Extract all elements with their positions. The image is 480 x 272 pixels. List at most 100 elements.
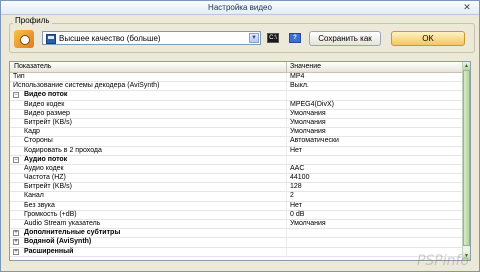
settings-grid: Показатель Значение Тип MP4 Использование … [9,61,471,261]
expand-icon[interactable]: + [13,239,19,246]
row-value[interactable]: 44100 [290,174,309,182]
profile-group-label: Профиль [13,16,52,25]
row-value[interactable]: 128 [290,183,302,191]
table-row[interactable]: Кодировать в 2 прохода Нет [10,146,462,156]
column-divider [286,192,287,202]
column-divider [286,210,287,220]
column-divider [286,118,287,128]
column-divider [286,201,287,211]
column-divider [286,137,287,147]
group-row[interactable]: − Видео поток [10,91,462,101]
column-divider [286,82,287,92]
column-divider [286,100,287,110]
table-row[interactable]: Видео кодек MPEG4(DivX) [10,100,462,110]
collapse-icon[interactable]: − [13,92,19,99]
row-value[interactable]: 2 [290,192,294,200]
watermark-logo: PSPinfo [416,253,469,269]
row-name: Дополнительные субтитры [24,229,121,237]
row-name: Стороны [24,137,53,145]
row-name: Аудио кодек [24,164,64,172]
row-name: Использование системы декодера (AviSynth… [13,82,160,90]
column-divider [286,174,287,184]
profile-selected-value: Высшее качество (больше) [59,34,161,43]
row-value[interactable]: MP4 [290,73,304,81]
row-name: Кодировать в 2 прохода [24,146,102,154]
vertical-scrollbar[interactable]: ▲ ▼ [462,62,470,260]
row-value[interactable]: 0 dB [290,211,304,219]
table-row[interactable]: Аудио кодек AAC [10,164,462,175]
table-row[interactable]: Громкость (+dB) 0 dB [10,210,462,220]
row-value[interactable]: Умолчания [290,128,326,136]
expand-icon[interactable]: + [13,230,19,237]
collapse-icon[interactable]: − [13,156,19,163]
row-name: Расширенный [24,247,74,255]
row-name: Кадр [24,128,40,136]
row-value[interactable]: Автоматически [290,137,339,145]
column-divider [286,109,287,119]
title-bar: Настройка видео ✕ [1,1,479,15]
row-name: Видео кодек [24,100,65,108]
video-settings-window: Настройка видео ✕ Профиль Высшее качеств… [0,0,480,272]
profile-select[interactable]: Высшее качество (больше) ▼ [42,31,261,45]
column-divider [286,220,287,229]
chevron-down-icon[interactable]: ▼ [249,33,259,43]
window-title: Настройка видео [208,3,272,12]
row-name: Без звука [24,201,55,209]
row-value[interactable]: Нет [290,202,302,210]
column-divider [286,146,287,156]
column-divider [286,73,287,82]
scroll-up-icon[interactable]: ▲ [463,62,470,70]
table-row[interactable]: Audio Stream указатель Умолчания [10,220,462,230]
table-row[interactable]: Стороны Автоматически [10,137,462,147]
row-name: Битрейт (KB/s) [24,183,73,191]
close-icon[interactable]: ✕ [461,2,473,13]
column-divider [286,247,287,257]
table-row[interactable]: Битрейт (KB/s) 128 [10,183,462,193]
group-row[interactable]: + Дополнительные субтитры [10,229,462,239]
save-as-button[interactable]: Сохранить как [309,31,381,46]
table-row[interactable]: Частота (HZ) 44100 [10,174,462,184]
scrollbar-thumb[interactable] [463,70,470,246]
group-row[interactable]: + Расширенный [10,247,462,257]
floppy-icon [46,34,56,44]
app-logo-icon [14,30,34,48]
table-row[interactable]: Использование системы декодера (AviSynth… [10,82,462,92]
table-row[interactable]: Тип MP4 [10,73,462,83]
row-value[interactable]: Выкл. [290,82,309,90]
row-name: Видео поток [24,91,68,99]
row-value[interactable]: Нет [290,147,302,155]
grid-rows: Тип MP4 Использование системы декодера (Av… [10,73,462,257]
row-value[interactable]: Умолчания [290,110,326,118]
table-row[interactable]: Без звука Нет [10,201,462,211]
group-row[interactable]: − Аудио поток [10,155,462,165]
column-divider [286,128,287,138]
row-name: Видео размер [24,109,70,117]
header-parameter[interactable]: Показатель [14,63,51,70]
command-line-button[interactable]: C:\ [267,33,279,43]
row-name: Аудио поток [24,155,68,163]
group-row[interactable]: + Водяной (AviSynth) [10,238,462,248]
column-divider [286,91,287,101]
table-row[interactable]: Канал 2 [10,192,462,202]
header-divider[interactable] [286,62,287,72]
column-divider [286,155,287,165]
row-value[interactable]: MPEG4(DivX) [290,101,334,109]
row-name: Тип [13,73,25,80]
help-button[interactable]: ? [289,33,301,43]
table-row[interactable]: Битрейт (KB/s) Умолчания [10,118,462,129]
row-name: Канал [24,192,44,200]
row-name: Громкость (+dB) [24,210,77,218]
row-name: Частота (HZ) [24,174,66,182]
table-row[interactable]: Видео размер Умолчания [10,109,462,119]
ok-button[interactable]: OK [391,31,465,46]
row-value[interactable]: AAC [290,165,304,173]
row-name: Водяной (AviSynth) [24,238,92,246]
column-divider [286,238,287,248]
row-value[interactable]: Умолчания [290,220,326,228]
row-value[interactable]: Умолчания [290,119,326,127]
header-value[interactable]: Значение [290,63,321,70]
column-divider [286,183,287,193]
table-row[interactable]: Кадр Умолчания [10,128,462,138]
row-name: Битрейт (KB/s) [24,118,73,126]
expand-icon[interactable]: + [13,248,19,255]
